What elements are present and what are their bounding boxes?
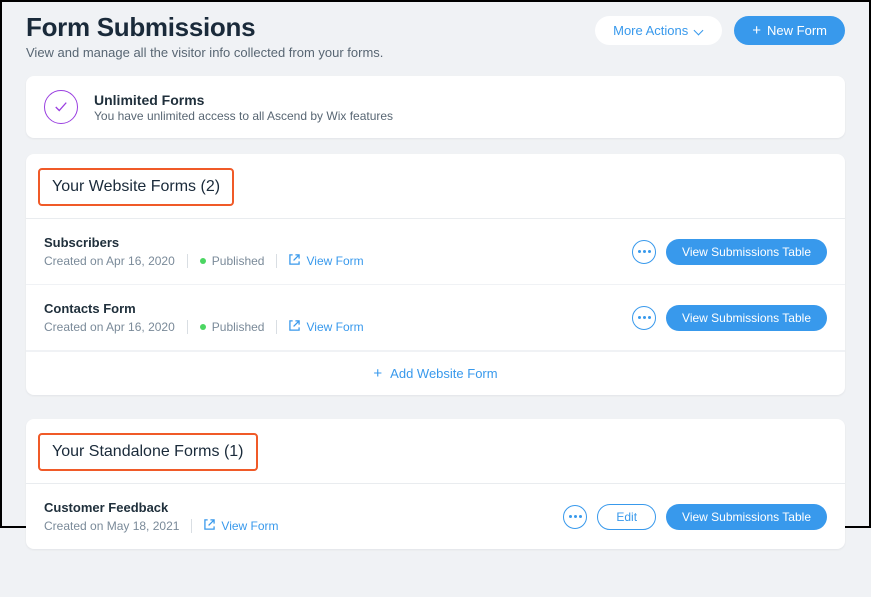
status-dot-icon <box>200 258 206 264</box>
external-link-icon <box>289 254 300 268</box>
row-menu-button[interactable] <box>632 240 656 264</box>
banner-title: Unlimited Forms <box>94 92 393 108</box>
external-link-icon <box>289 320 300 334</box>
form-created: Created on Apr 16, 2020 <box>44 320 175 334</box>
view-submissions-button[interactable]: View Submissions Table <box>666 305 827 331</box>
status-label: Published <box>212 254 265 268</box>
status-badge: Published <box>200 254 265 268</box>
banner-subtitle: You have unlimited access to all Ascend … <box>94 109 393 123</box>
more-actions-button[interactable]: More Actions <box>595 16 722 45</box>
divider <box>187 254 188 268</box>
view-form-link[interactable]: View Form <box>289 320 363 334</box>
unlimited-banner: Unlimited Forms You have unlimited acces… <box>26 76 845 138</box>
page-title: Form Submissions <box>26 12 383 43</box>
more-actions-label: More Actions <box>613 23 688 38</box>
form-row: Subscribers Created on Apr 16, 2020 Publ… <box>26 219 845 285</box>
form-row: Contacts Form Created on Apr 16, 2020 Pu… <box>26 285 845 351</box>
add-website-form-label: Add Website Form <box>390 366 497 381</box>
plus-icon: + <box>373 366 382 381</box>
form-name: Customer Feedback <box>44 500 279 515</box>
form-name: Subscribers <box>44 235 364 250</box>
view-submissions-button[interactable]: View Submissions Table <box>666 239 827 265</box>
new-form-label: New Form <box>767 23 827 38</box>
divider <box>187 320 188 334</box>
website-forms-section: Your Website Forms (2) Subscribers Creat… <box>26 154 845 395</box>
dots-icon <box>569 515 582 518</box>
standalone-forms-section: Your Standalone Forms (1) Customer Feedb… <box>26 419 845 549</box>
add-website-form-button[interactable]: + Add Website Form <box>26 351 845 395</box>
page-header: Form Submissions View and manage all the… <box>26 2 845 76</box>
view-form-label: View Form <box>221 519 278 533</box>
standalone-forms-title: Your Standalone Forms (1) <box>38 433 258 471</box>
row-menu-button[interactable] <box>563 505 587 529</box>
dots-icon <box>638 316 651 319</box>
chevron-down-icon <box>694 26 704 36</box>
plus-icon: + <box>752 23 761 38</box>
status-label: Published <box>212 320 265 334</box>
form-created: Created on May 18, 2021 <box>44 519 179 533</box>
form-name: Contacts Form <box>44 301 364 316</box>
check-circle-icon <box>44 90 78 124</box>
view-form-link[interactable]: View Form <box>289 254 363 268</box>
divider <box>276 320 277 334</box>
divider <box>191 519 192 533</box>
status-dot-icon <box>200 324 206 330</box>
view-form-link[interactable]: View Form <box>204 519 278 533</box>
external-link-icon <box>204 519 215 533</box>
view-form-label: View Form <box>306 320 363 334</box>
edit-button[interactable]: Edit <box>597 504 656 530</box>
row-menu-button[interactable] <box>632 306 656 330</box>
page-subtitle: View and manage all the visitor info col… <box>26 45 383 60</box>
new-form-button[interactable]: + New Form <box>734 16 845 45</box>
status-badge: Published <box>200 320 265 334</box>
website-forms-title: Your Website Forms (2) <box>38 168 234 206</box>
form-row: Customer Feedback Created on May 18, 202… <box>26 484 845 549</box>
divider <box>276 254 277 268</box>
dots-icon <box>638 250 651 253</box>
form-created: Created on Apr 16, 2020 <box>44 254 175 268</box>
view-submissions-button[interactable]: View Submissions Table <box>666 504 827 530</box>
view-form-label: View Form <box>306 254 363 268</box>
